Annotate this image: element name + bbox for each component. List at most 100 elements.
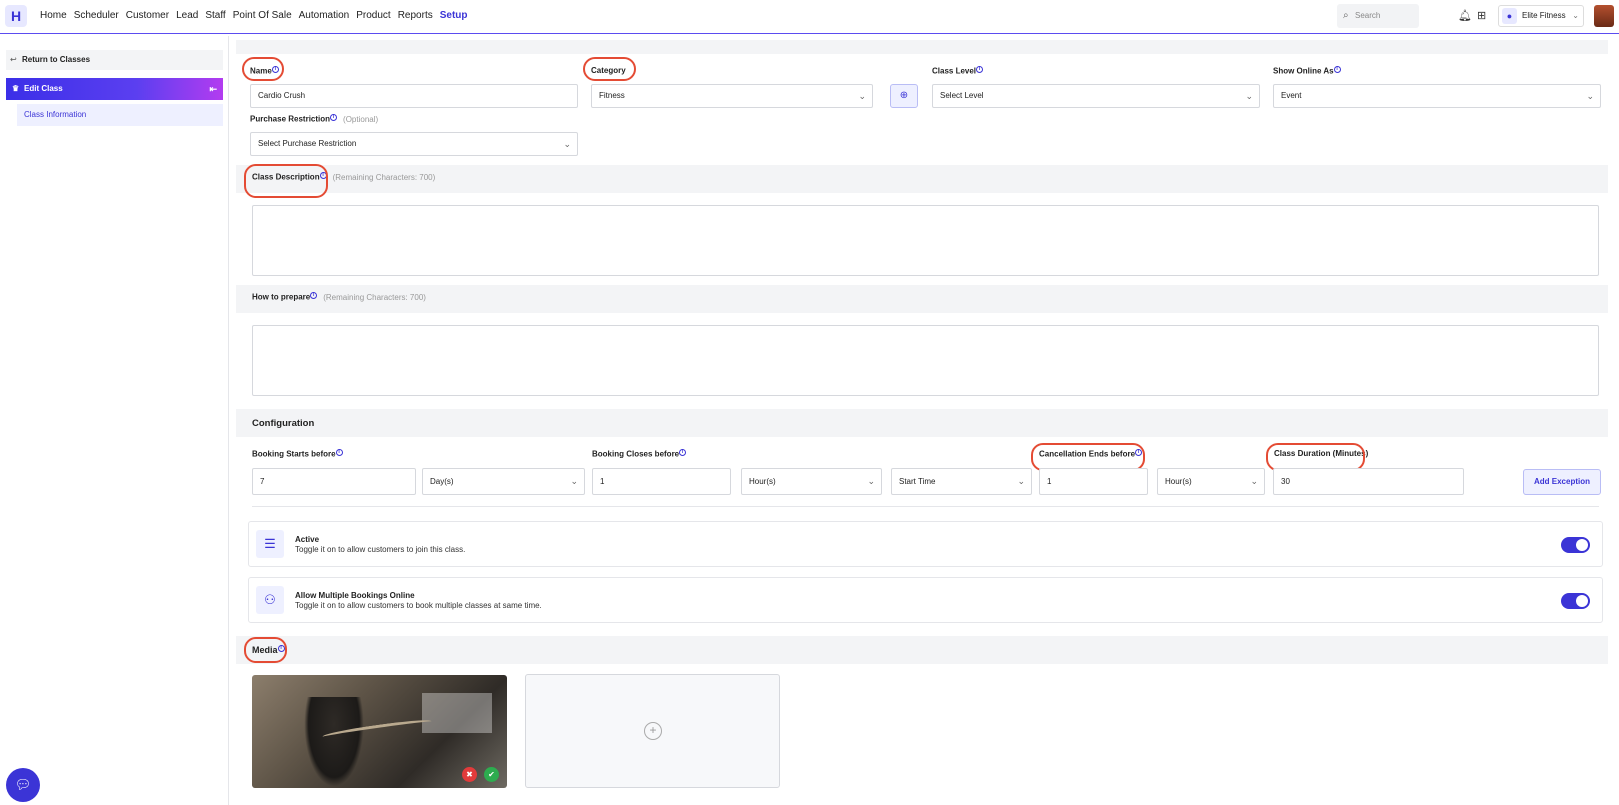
name-field[interactable]: Cardio Crush: [250, 84, 578, 108]
bell-icon[interactable]: 🔔︎: [1458, 9, 1472, 22]
how-to-prepare-label: How to prepare i (Remaining Characters: 70…: [252, 292, 426, 302]
group-seats-icon: ⚇: [256, 586, 284, 614]
highlight-circle: [244, 164, 328, 198]
multiple-bookings-subtitle: Toggle it on to allow customers to book …: [295, 601, 542, 610]
add-exception-button[interactable]: Add Exception: [1523, 469, 1601, 495]
cancellation-unit: Hour(s): [1165, 477, 1192, 486]
sidebar: ↩ Return to Classes ♛ Edit Class ⇤ Class…: [0, 36, 229, 805]
app-logo[interactable]: H: [5, 5, 27, 27]
info-icon: i: [330, 114, 338, 121]
how-to-prepare-textarea[interactable]: [252, 325, 1599, 396]
edit-class-header[interactable]: ♛ Edit Class ⇤: [6, 78, 223, 100]
chevron-down-icon: ⌄: [570, 476, 578, 486]
edit-class-label: Edit Class: [24, 84, 63, 93]
highlight-circle: [1266, 443, 1365, 471]
category-value: Fitness: [599, 91, 625, 100]
show-online-label: Show Online As i: [1273, 66, 1341, 76]
info-icon: i: [679, 449, 687, 456]
image-athlete: [304, 697, 364, 787]
chevron-down-icon: ⌄: [1586, 91, 1594, 101]
search-icon: ⌕: [1343, 10, 1349, 21]
booking-starts-unit: Day(s): [430, 477, 454, 486]
booking-starts-input[interactable]: 7: [252, 468, 416, 495]
class-media-image[interactable]: ✖ ✔: [252, 675, 507, 788]
show-online-select[interactable]: Event ⌄: [1273, 84, 1601, 108]
location-pin-icon: ●: [1502, 8, 1517, 24]
booking-closes-unit-select[interactable]: Hour(s) ⌄: [741, 468, 882, 495]
location-selector[interactable]: ● Elite Fitness ⌄: [1498, 5, 1584, 27]
apps-grid-icon[interactable]: ⊞: [1477, 9, 1486, 22]
top-navigation-bar: H Home Scheduler Customer Lead Staff Poi…: [0, 0, 1619, 34]
info-icon: i: [310, 292, 318, 299]
booking-closes-label: Booking Closes before i: [592, 449, 687, 459]
class-description-textarea[interactable]: [252, 205, 1599, 276]
nav-scheduler[interactable]: Scheduler: [74, 10, 119, 21]
class-duration-input[interactable]: 30: [1273, 468, 1464, 495]
nav-setup[interactable]: Setup: [440, 10, 468, 21]
booking-closes-ref: Start Time: [899, 477, 936, 486]
collapse-icon[interactable]: ⇤: [209, 78, 217, 100]
nav-home[interactable]: Home: [40, 10, 67, 21]
nav-staff[interactable]: Staff: [205, 10, 225, 21]
booking-closes-ref-select[interactable]: Start Time ⌄: [891, 468, 1032, 495]
category-select[interactable]: Fitness ⌄: [591, 84, 873, 108]
description-band: [236, 165, 1608, 193]
active-subtitle: Toggle it on to allow customers to join …: [295, 545, 466, 554]
top-band: [236, 40, 1608, 54]
configuration-band: [236, 409, 1608, 437]
active-toggle[interactable]: [1561, 537, 1590, 553]
cancellation-unit-select[interactable]: Hour(s) ⌄: [1157, 468, 1265, 495]
booking-closes-unit: Hour(s): [749, 477, 776, 486]
active-toggle-card: ☰ Active Toggle it on to allow customers…: [248, 521, 1603, 567]
chevron-down-icon: ⌄: [1250, 476, 1258, 486]
chevron-down-icon: ⌄: [1017, 476, 1025, 486]
chevron-down-icon: ⌄: [1572, 11, 1579, 20]
nav-reports[interactable]: Reports: [398, 10, 433, 21]
purchase-restriction-value: Select Purchase Restriction: [258, 139, 357, 148]
nav-point-of-sale[interactable]: Point Of Sale: [233, 10, 292, 21]
info-icon: i: [976, 66, 984, 73]
sidebar-item-class-information[interactable]: Class Information: [17, 104, 223, 126]
prepare-band: [236, 285, 1608, 313]
user-avatar[interactable]: [1594, 5, 1614, 27]
location-name: Elite Fitness: [1522, 11, 1566, 20]
configuration-title: Configuration: [252, 418, 315, 429]
class-level-select[interactable]: Select Level ⌄: [932, 84, 1260, 108]
plus-circle-icon: +: [644, 722, 662, 740]
crown-icon: ♛: [12, 84, 20, 93]
add-category-button[interactable]: ⊕: [890, 84, 918, 108]
search-placeholder: Search: [1355, 11, 1381, 20]
chat-widget-button[interactable]: 💬︎: [6, 768, 40, 802]
info-icon: i: [1333, 66, 1341, 73]
check-icon[interactable]: ✔: [484, 767, 499, 782]
media-band: [236, 636, 1608, 664]
booking-closes-input[interactable]: 1: [592, 468, 731, 495]
class-level-label: Class Level i: [932, 66, 984, 76]
multiple-bookings-toggle[interactable]: [1561, 593, 1590, 609]
main-nav: Home Scheduler Customer Lead Staff Point…: [40, 10, 468, 21]
highlight-circle: [242, 57, 284, 81]
chevron-down-icon: ⌄: [858, 91, 866, 101]
active-title: Active: [295, 535, 320, 544]
nav-automation[interactable]: Automation: [299, 10, 350, 21]
highlight-circle: [244, 637, 287, 663]
booking-starts-unit-select[interactable]: Day(s) ⌄: [422, 468, 585, 495]
multiple-bookings-title: Allow Multiple Bookings Online: [295, 591, 415, 600]
purchase-restriction-label: Purchase Restriction i (Optional): [250, 114, 379, 124]
delete-icon[interactable]: ✖: [462, 767, 477, 782]
add-media-tile[interactable]: +: [525, 674, 780, 788]
show-online-value: Event: [1281, 91, 1302, 100]
search-input[interactable]: ⌕ Search: [1337, 4, 1419, 28]
divider: [252, 506, 1599, 507]
nav-lead[interactable]: Lead: [176, 10, 198, 21]
nav-customer[interactable]: Customer: [126, 10, 169, 21]
class-level-value: Select Level: [940, 91, 984, 100]
info-icon: i: [335, 449, 343, 456]
return-to-classes-link[interactable]: ↩ Return to Classes: [6, 50, 223, 70]
chevron-down-icon: ⌄: [867, 476, 875, 486]
purchase-restriction-select[interactable]: Select Purchase Restriction ⌄: [250, 132, 578, 156]
multiple-bookings-toggle-card: ⚇ Allow Multiple Bookings Online Toggle …: [248, 577, 1603, 623]
chevron-down-icon: ⌄: [1245, 91, 1253, 101]
cancellation-ends-input[interactable]: 1: [1039, 468, 1148, 495]
nav-product[interactable]: Product: [356, 10, 390, 21]
